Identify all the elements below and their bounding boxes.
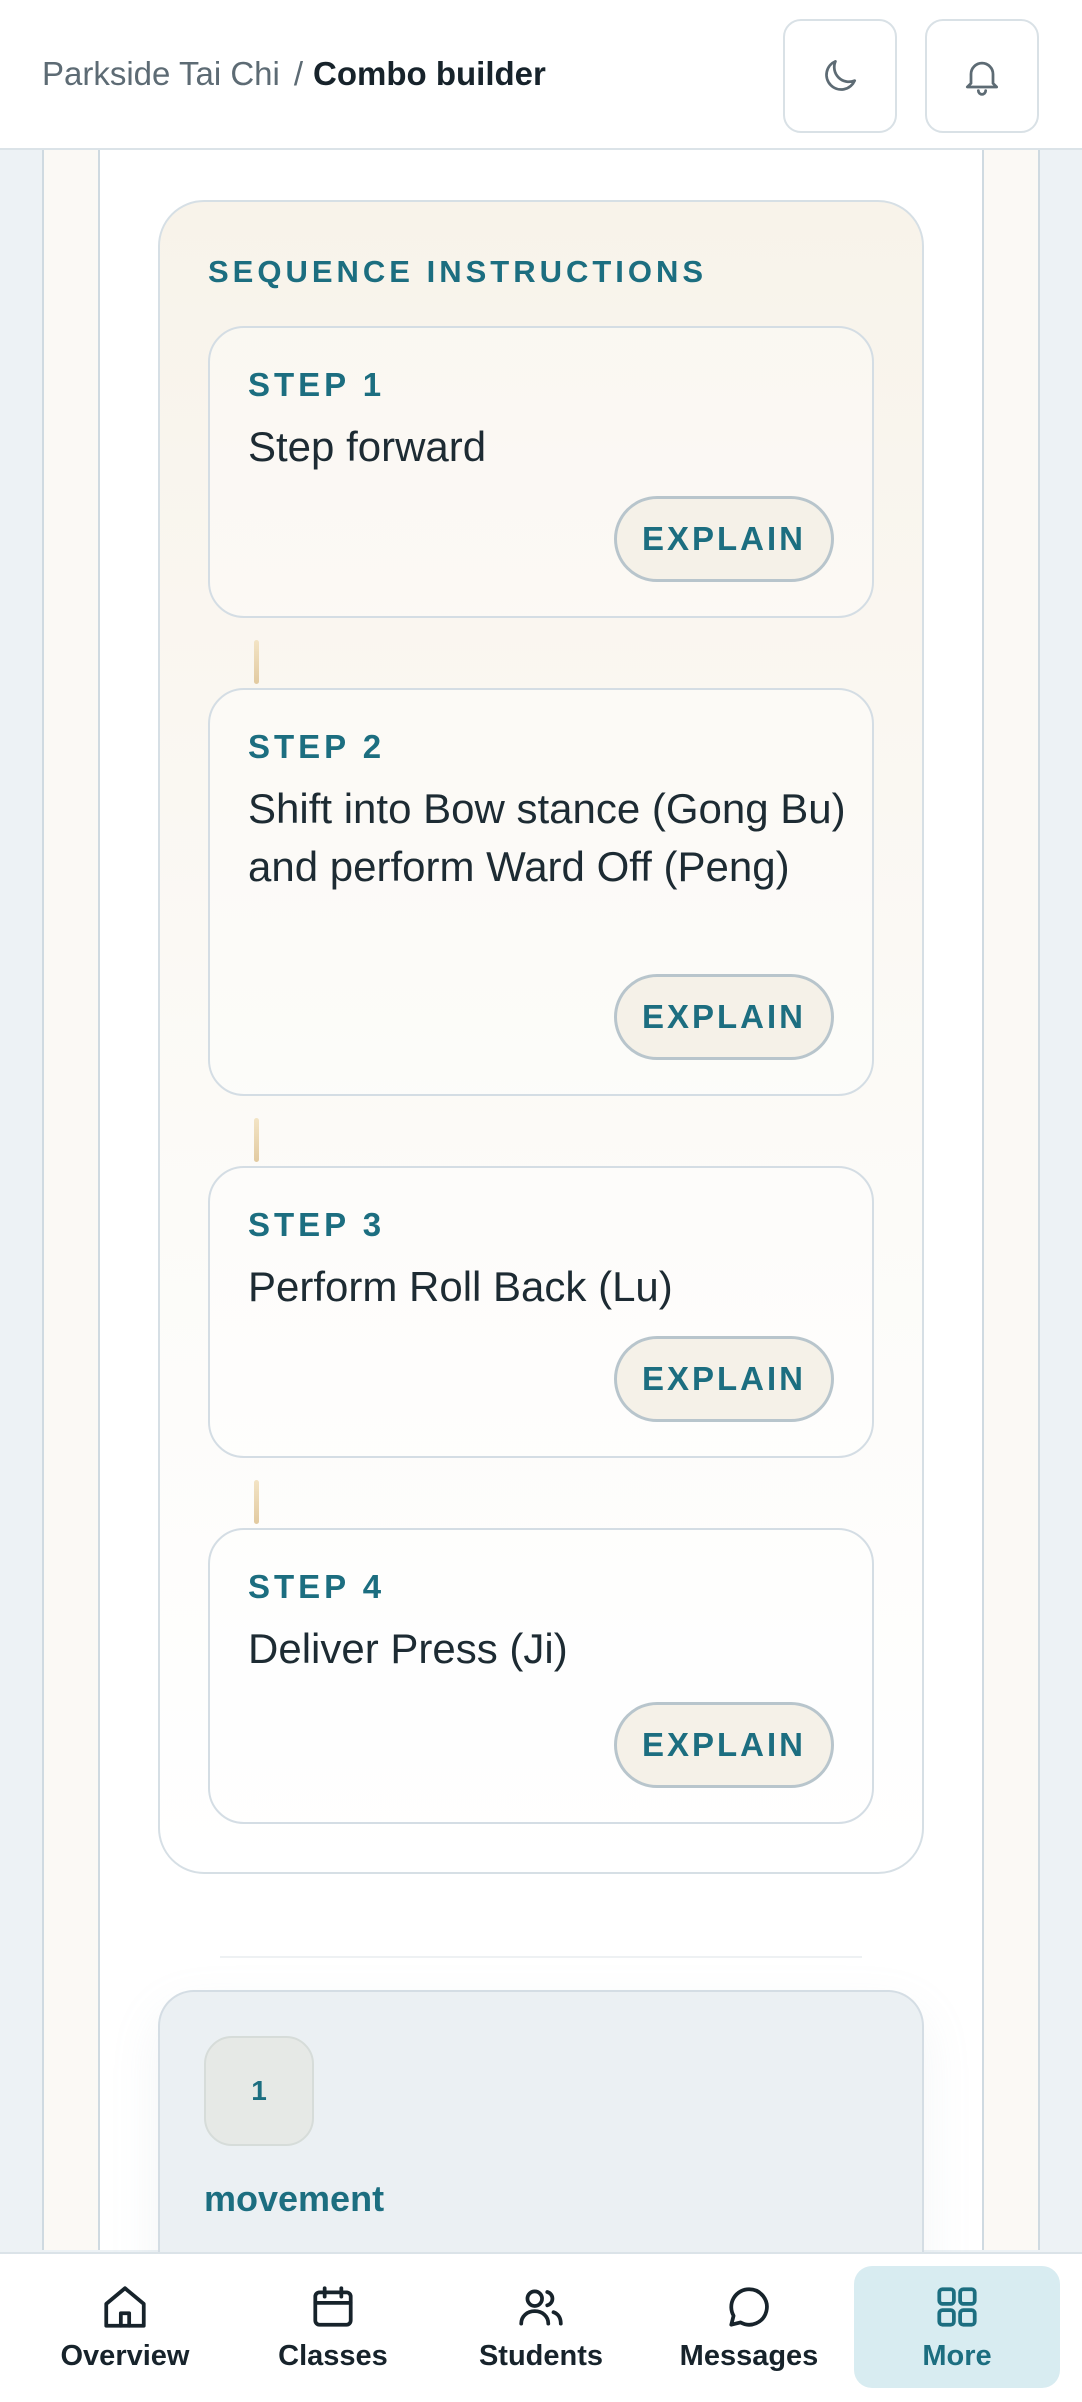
step-card-2: STEP 2 Shift into Bow stance (Gong Bu) a… [208,688,874,1096]
nav-label: More [922,2340,992,2372]
breadcrumb-separator: / [293,55,304,92]
explain-step-2-button[interactable]: EXPLAIN [614,974,834,1060]
step-card-1: STEP 1 Step forward EXPLAIN [208,326,874,618]
step-connector [254,640,259,684]
step-connector [254,1118,259,1162]
step-label: STEP 3 [248,1206,386,1243]
step-card-4: STEP 4 Deliver Press (Ji) EXPLAIN [208,1528,874,1824]
chat-bubble-icon [729,2287,769,2327]
step-connector [254,1480,259,1524]
nav-item-messages[interactable]: Messages [646,2266,852,2388]
step-label: STEP 4 [248,1568,386,1605]
users-icon [519,2289,563,2326]
moon-icon [825,59,857,91]
nav-item-overview[interactable]: Overview [22,2266,228,2388]
top-app-bar: Parkside Tai Chi / Combo builder [0,0,1082,150]
page-title: Combo builder [313,55,546,92]
movement-count-badge: 1 [204,2036,314,2146]
calendar-icon [313,2286,353,2327]
explain-step-3-button[interactable]: EXPLAIN [614,1336,834,1422]
sequence-instructions-title: SEQUENCE INSTRUCTIONS [208,254,708,289]
section-divider [220,1956,862,1958]
nav-label: Messages [679,2340,819,2372]
theme-toggle-button[interactable] [783,19,897,133]
breadcrumb: Parkside Tai Chi / Combo builder [42,52,546,96]
nav-label: Overview [60,2340,190,2372]
step-text: Deliver Press (Ji) [248,1625,568,1672]
step-label: STEP 2 [248,728,386,765]
explain-step-1-button[interactable]: EXPLAIN [614,496,834,582]
nav-label: Students [478,2340,604,2372]
bell-icon [965,61,999,96]
nav-item-classes[interactable]: Classes [230,2266,436,2388]
breadcrumb-parent-link[interactable]: Parkside Tai Chi [42,55,280,92]
movement-summary-card[interactable]: 1 movement [158,1990,924,2290]
bottom-navigation: Overview Classes Students Messages More [0,2252,1082,2402]
grid-icon [937,2287,977,2327]
notifications-button[interactable] [925,19,1039,133]
step-text: Perform Roll Back (Lu) [248,1263,673,1310]
step-text: Shift into Bow stance (Gong Bu) and perf… [248,785,846,890]
step-label: STEP 1 [248,366,386,403]
movement-label: movement [204,2178,385,2219]
explain-step-4-button[interactable]: EXPLAIN [614,1702,834,1788]
nav-item-students[interactable]: Students [438,2266,644,2388]
step-text: Step forward [248,423,487,470]
step-card-3: STEP 3 Perform Roll Back (Lu) EXPLAIN [208,1166,874,1458]
nav-label: Classes [278,2340,388,2372]
nav-item-more[interactable]: More [854,2266,1060,2388]
home-icon [104,2286,146,2328]
